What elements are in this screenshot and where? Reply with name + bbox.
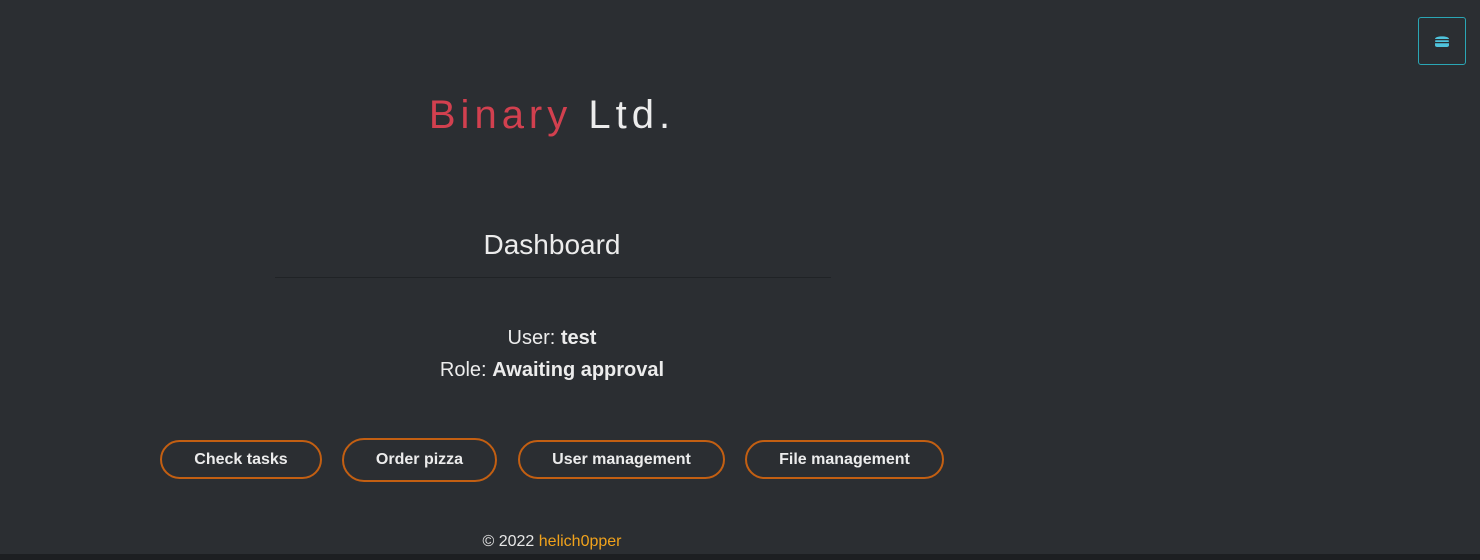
page-title: Dashboard bbox=[483, 229, 621, 260]
order-pizza-button[interactable]: Order pizza bbox=[342, 438, 497, 482]
user-value: test bbox=[560, 327, 597, 349]
brand-logo: Binary Ltd. bbox=[275, 92, 829, 138]
footer: © 2022 helich0pper bbox=[275, 532, 829, 551]
user-label: User: bbox=[507, 327, 556, 349]
brand-accent: Binary bbox=[428, 93, 573, 137]
footer-author-link[interactable]: helich0pper bbox=[539, 533, 622, 550]
hamburger-icon bbox=[1434, 34, 1450, 48]
user-info: User: test bbox=[275, 326, 829, 350]
file-management-button[interactable]: File management bbox=[745, 440, 944, 479]
check-tasks-button[interactable]: Check tasks bbox=[160, 440, 322, 479]
user-management-button[interactable]: User management bbox=[518, 440, 725, 479]
bottom-scrollbar[interactable] bbox=[0, 554, 1480, 560]
brand-rest: Ltd. bbox=[588, 93, 676, 137]
menu-toggle-button[interactable] bbox=[1418, 17, 1466, 65]
footer-copyright: © 2022 bbox=[482, 533, 535, 550]
title-divider bbox=[275, 277, 831, 278]
role-label: Role: bbox=[439, 359, 487, 381]
role-value: Awaiting approval bbox=[492, 359, 665, 381]
role-info: Role: Awaiting approval bbox=[275, 358, 829, 382]
